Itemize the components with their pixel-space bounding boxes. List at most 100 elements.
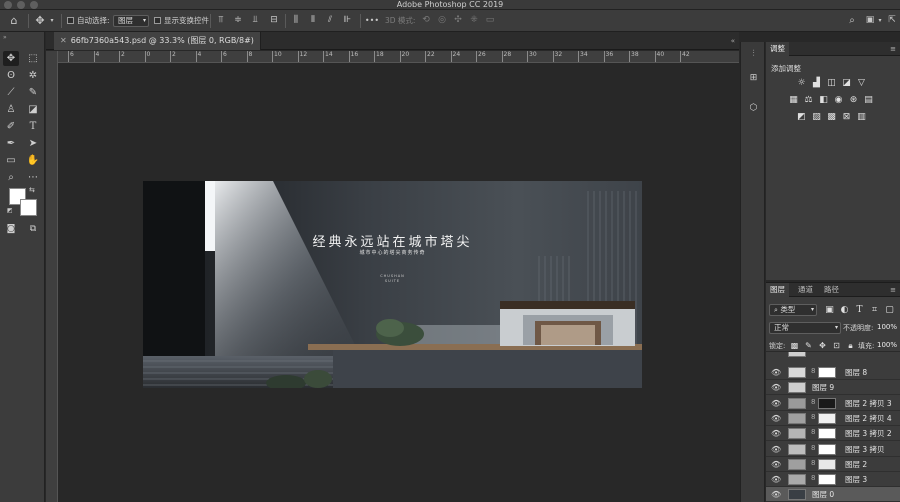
filter-smart-object-icon[interactable]: ▢ — [884, 305, 895, 316]
link-chain-icon[interactable]: 8 — [811, 428, 815, 436]
document-canvas[interactable]: 经典永远站在城市塔尖 城市中心的塔尖商务传奇 CHUSHAN SUITE — [143, 181, 642, 388]
distribute-hcenter-icon[interactable]: ⦀ — [307, 14, 319, 27]
vibrance-icon[interactable]: ▽ — [856, 78, 867, 89]
fill-value[interactable]: 100% — [877, 341, 897, 349]
black-white-icon[interactable]: ◧ — [818, 95, 829, 106]
3d-pan-icon[interactable]: ✣ — [452, 14, 464, 27]
tab-adjustments[interactable]: 调整 — [766, 42, 789, 56]
filter-shape-icon[interactable]: ⌗ — [869, 305, 880, 316]
move-tool-icon[interactable]: ✥ — [34, 14, 46, 27]
properties-panel-icon[interactable]: ⊞ — [747, 72, 760, 85]
layer-mask-thumbnail[interactable] — [818, 428, 836, 440]
color-lookup-icon[interactable]: ▤ — [863, 95, 874, 106]
layer-thumbnail[interactable] — [788, 458, 806, 470]
default-colors-icon[interactable]: ◩ — [7, 207, 13, 214]
tool-preset-chevron-icon[interactable]: ▾ — [48, 14, 56, 27]
layer-row[interactable]: 👁︎ 8 图层 2 拷贝 4 — [766, 410, 900, 426]
tab-paths[interactable]: 路径 — [820, 283, 843, 297]
quick-mask-icon[interactable]: ◙ — [3, 222, 19, 237]
distribute-spacing-icon[interactable]: ⊪ — [341, 14, 353, 27]
layer-thumbnail[interactable] — [788, 474, 806, 486]
link-chain-icon[interactable]: 8 — [811, 444, 815, 452]
layer-thumbnail[interactable] — [788, 428, 806, 440]
layer-row[interactable]: 👁︎ 8 图层 2 拷贝 3 — [766, 395, 900, 411]
curves-icon[interactable]: ◫ — [826, 78, 837, 89]
layer-row[interactable]: 👁︎ 8 图层 8 — [766, 365, 900, 380]
photo-filter-icon[interactable]: ◉ — [833, 95, 844, 106]
layers-menu-icon[interactable]: ≡ — [890, 283, 896, 297]
visibility-eye-icon[interactable]: 👁︎ — [771, 490, 781, 499]
panel-menu-icon[interactable]: ≡ — [890, 42, 896, 56]
layer-row[interactable]: 👁︎ 8 图层 3 拷贝 2 — [766, 426, 900, 442]
3d-slide-icon[interactable]: ⁜ — [468, 14, 480, 27]
lock-transparency-icon[interactable]: ▩ — [789, 340, 800, 351]
layer-thumbnail[interactable] — [788, 367, 806, 378]
exposure-icon[interactable]: ◪ — [841, 78, 852, 89]
layer-row[interactable]: 👁︎ 8 图层 3 拷贝 — [766, 441, 900, 457]
filter-adjustment-icon[interactable]: ◐ — [839, 305, 850, 316]
hue-saturation-icon[interactable]: ▦ — [788, 95, 799, 106]
layer-thumbnail[interactable] — [788, 489, 806, 501]
share-icon[interactable]: ⇱ — [886, 14, 898, 27]
visibility-eye-icon[interactable]: 👁︎ — [771, 475, 781, 484]
gradient-map-icon[interactable]: ▥ — [856, 112, 867, 123]
lasso-tool-icon[interactable]: ʘ — [3, 68, 19, 83]
link-chain-icon[interactable]: 8 — [811, 474, 815, 482]
3d-scale-icon[interactable]: ▭ — [484, 14, 496, 27]
pen-tool-icon[interactable]: ✒ — [3, 136, 19, 151]
layer-thumbnail[interactable] — [788, 397, 806, 409]
swap-colors-icon[interactable]: ⇆ — [29, 186, 35, 194]
workspace-icon[interactable]: ▣ — [864, 14, 876, 27]
layer-filter-dropdown[interactable]: ⌕ 类型 ▾ — [769, 304, 817, 316]
collapse-panels-icon[interactable]: « — [731, 32, 735, 50]
link-chain-icon[interactable]: 8 — [811, 413, 815, 421]
link-chain-icon[interactable]: 8 — [811, 459, 815, 467]
brush-tool-icon[interactable]: ✎ — [25, 85, 41, 100]
hand-tool-icon[interactable]: ✋ — [25, 153, 41, 168]
collapse-toolbar-icon[interactable]: » — [3, 34, 7, 41]
link-chain-icon[interactable]: 8 — [811, 398, 815, 406]
search-icon[interactable]: ⌕ — [846, 14, 858, 27]
layer-mask-thumbnail[interactable] — [818, 458, 836, 470]
tab-layers[interactable]: 图层 — [766, 283, 789, 297]
visibility-eye-icon[interactable]: 👁︎ — [771, 460, 781, 469]
magic-wand-tool-icon[interactable]: ✲ — [25, 68, 41, 83]
stamp-tool-icon[interactable]: ♙ — [3, 102, 19, 117]
show-transform-checkbox[interactable]: 显示变换控件 — [154, 10, 209, 32]
visibility-eye-icon[interactable]: 👁︎ — [771, 399, 781, 408]
layer-mask-thumbnail[interactable] — [818, 474, 836, 486]
eraser-tool-icon[interactable]: ◪ — [25, 102, 41, 117]
layer-row[interactable]: 👁︎ 8 图层 3 — [766, 472, 900, 488]
vertical-ruler[interactable] — [46, 51, 58, 502]
invert-icon[interactable]: ◩ — [796, 112, 807, 123]
auto-select-checkbox[interactable]: 自动选择: — [67, 10, 110, 32]
more-options-icon[interactable]: ••• — [364, 14, 380, 27]
layer-row[interactable]: 👁︎ 8 图层 2 — [766, 456, 900, 472]
color-balance-icon[interactable]: ⚖ — [803, 95, 814, 106]
blend-mode-dropdown[interactable]: 正常 ▾ — [769, 322, 841, 334]
align-vcenter-icon[interactable]: ≑ — [232, 14, 244, 27]
visibility-eye-icon[interactable]: 👁︎ — [771, 383, 781, 392]
threshold-icon[interactable]: ▩ — [826, 112, 837, 123]
document-tab[interactable]: ✕ 66fb7360a543.psd @ 33.3% (图层 0, RGB/8#) — [54, 32, 261, 50]
lock-pixels-icon[interactable]: ✎ — [803, 340, 814, 351]
layer-thumbnail[interactable] — [788, 412, 806, 424]
layer-thumbnail[interactable] — [788, 443, 806, 455]
align-left-icon[interactable]: ⊟ — [268, 14, 280, 27]
eyedropper-tool-icon[interactable]: ⟋ — [3, 85, 19, 100]
auto-select-target-dropdown[interactable]: 图层 ▾ — [113, 15, 149, 27]
home-icon[interactable]: ⌂ — [8, 14, 20, 27]
move-tool-icon[interactable]: ✥ — [3, 51, 19, 66]
type-tool-icon[interactable]: T — [25, 119, 41, 134]
tab-channels[interactable]: 通道 — [794, 283, 817, 297]
visibility-eye-icon[interactable]: 👁︎ — [771, 429, 781, 438]
3d-panel-icon[interactable]: ⬡ — [747, 102, 760, 115]
rectangle-tool-icon[interactable]: ▭ — [3, 153, 19, 168]
background-color-swatch[interactable] — [20, 199, 37, 216]
history-panel-icon[interactable]: ⫶ — [747, 48, 760, 61]
posterize-icon[interactable]: ▨ — [811, 112, 822, 123]
lock-position-icon[interactable]: ✥ — [817, 340, 828, 351]
channel-mixer-icon[interactable]: ⊛ — [848, 95, 859, 106]
layer-mask-thumbnail[interactable] — [818, 443, 836, 455]
layer-row[interactable]: 👁︎ 图层 0 — [766, 487, 900, 502]
